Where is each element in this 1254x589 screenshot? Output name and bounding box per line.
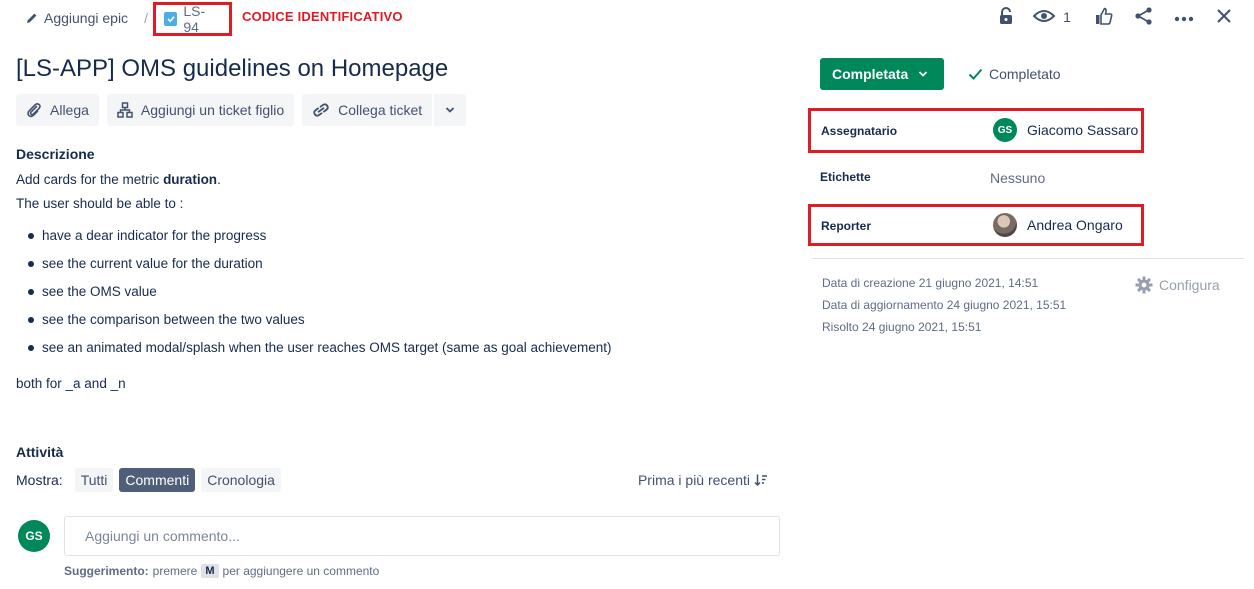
resolution-label: Completato: [989, 66, 1061, 82]
add-child-issue-button[interactable]: Aggiungi un ticket figlio: [106, 94, 295, 126]
list-item: see an animated modal/splash when the us…: [16, 334, 776, 362]
activity-filter-bar: Mostra: Tutti Commenti Cronologia Prima …: [16, 468, 768, 492]
status-transition-button[interactable]: Completata: [820, 58, 944, 90]
share-button[interactable]: [1124, 1, 1164, 33]
checkmark-icon: [968, 68, 983, 80]
pencil-icon: [26, 12, 38, 24]
description-body[interactable]: Add cards for the metric duration. The u…: [16, 168, 776, 396]
description-text: Add cards for the metric: [16, 172, 164, 187]
attach-button[interactable]: Allega: [16, 94, 99, 126]
link-icon: [312, 103, 330, 117]
avatar: [993, 213, 1017, 237]
sort-order-label: Prima i più recenti: [637, 472, 750, 488]
activity-heading: Attività: [16, 444, 64, 460]
hint-text: premere: [152, 564, 198, 578]
annotation-label: CODICE IDENTIFICATIVO: [242, 9, 403, 24]
vote-button[interactable]: [1084, 1, 1124, 33]
configure-button[interactable]: Configura: [1135, 276, 1220, 294]
assignee-value: GS Giacomo Sassaro: [993, 118, 1138, 142]
shortcut-key: M: [201, 564, 219, 578]
comment-hint: Suggerimento: premere M per aggiungere u…: [64, 564, 379, 578]
filter-history[interactable]: Cronologia: [201, 468, 281, 492]
breadcrumb: Aggiungi epic /: [26, 8, 148, 28]
labels-value: Nessuno: [990, 170, 1046, 186]
comment-input[interactable]: Aggiungi un commento...: [64, 516, 780, 556]
watch-button[interactable]: 1: [1026, 1, 1078, 33]
sort-order-toggle[interactable]: Prima i più recenti: [638, 472, 768, 488]
more-horizontal-icon: [1174, 9, 1194, 25]
assignee-label: Assegnatario: [821, 124, 898, 138]
share-icon: [1134, 6, 1154, 29]
list-item: see the comparison between the two value…: [16, 306, 776, 334]
paperclip-icon: [26, 102, 42, 118]
link-issue-group: Collega ticket: [302, 94, 467, 126]
description-text: .: [217, 172, 221, 187]
task-checkbox-icon: [164, 12, 178, 26]
description-line-2: The user should be able to :: [16, 196, 184, 211]
attach-label: Allega: [50, 102, 89, 118]
link-issue-label: Collega ticket: [338, 102, 423, 118]
reporter-field[interactable]: Reporter Andrea Ongaro: [808, 204, 1144, 246]
close-button[interactable]: [1204, 1, 1244, 33]
show-label: Mostra:: [16, 472, 63, 488]
eye-icon: [1032, 9, 1056, 26]
assignee-name: Giacomo Sassaro: [1027, 122, 1139, 138]
close-icon: [1216, 8, 1232, 27]
issue-title[interactable]: [LS-APP] OMS guidelines on Homepage: [16, 55, 448, 83]
link-options-dropdown[interactable]: [434, 94, 467, 126]
more-actions-button[interactable]: [1164, 1, 1204, 33]
hint-text: per aggiungere un commento: [222, 564, 380, 578]
description-line-1: Add cards for the metric duration.: [16, 168, 776, 192]
chevron-down-icon: [918, 70, 928, 78]
list-item: see the current value for the duration: [16, 250, 776, 278]
description-bullet-list: have a dear indicator for the progress s…: [16, 222, 776, 362]
issue-actions: Allega Aggiungi un ticket figlio Collega…: [16, 94, 467, 126]
chevron-down-icon: [445, 106, 455, 114]
description-heading: Descrizione: [16, 146, 95, 162]
issue-key-link[interactable]: LS-94: [153, 2, 232, 36]
resolved-date: Risolto 24 giugno 2021, 15:51: [822, 320, 982, 334]
description-bold-text: duration: [163, 172, 218, 187]
issue-dates: Data di creazione 21 giugno 2021, 14:51 …: [822, 272, 1066, 338]
reporter-value: Andrea Ongaro: [993, 213, 1123, 237]
breadcrumb-separator: /: [144, 10, 148, 26]
avatar: GS: [993, 118, 1017, 142]
watchers-count: 1: [1063, 9, 1071, 25]
created-date: Data di creazione 21 giugno 2021, 14:51: [822, 276, 1039, 290]
lock-button[interactable]: [986, 1, 1026, 33]
thumbs-up-icon: [1095, 7, 1113, 28]
avatar: GS: [18, 520, 50, 552]
add-epic-link[interactable]: Aggiungi epic: [44, 10, 128, 26]
reporter-label: Reporter: [821, 219, 872, 233]
add-child-issue-label: Aggiungi un ticket figlio: [140, 102, 285, 118]
description-footer: both for _a and _n: [16, 376, 126, 391]
issue-toolbar: 1: [986, 1, 1244, 33]
filter-all[interactable]: Tutti: [74, 468, 114, 492]
assignee-field[interactable]: Assegnatario GS Giacomo Sassaro: [808, 108, 1144, 153]
hint-bold: Suggerimento:: [64, 564, 149, 578]
labels-label: Etichette: [820, 170, 871, 184]
gear-icon: [1135, 276, 1153, 294]
reporter-name: Andrea Ongaro: [1027, 217, 1123, 233]
hierarchy-icon: [117, 102, 133, 118]
labels-field[interactable]: Etichette Nessuno: [808, 158, 1144, 200]
list-item: see the OMS value: [16, 278, 776, 306]
sort-descending-icon: [754, 473, 768, 487]
link-issue-button[interactable]: Collega ticket: [302, 94, 433, 126]
status-label: Completata: [832, 66, 909, 82]
filter-comments[interactable]: Commenti: [119, 468, 196, 492]
issue-key: LS-94: [183, 3, 206, 35]
list-item: have a dear indicator for the progress: [16, 222, 776, 250]
resolution: Completato: [968, 66, 1061, 82]
divider: [812, 258, 1244, 259]
configure-label: Configura: [1159, 277, 1220, 293]
lock-icon: [998, 6, 1014, 28]
updated-date: Data di aggiornamento 24 giugno 2021, 15…: [822, 298, 1067, 312]
comment-placeholder: Aggiungi un commento...: [85, 528, 240, 544]
